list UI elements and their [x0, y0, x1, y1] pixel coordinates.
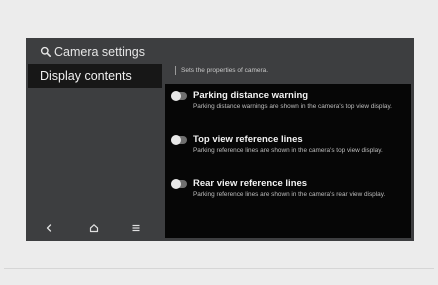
- top-view-reference-lines-toggle[interactable]: [171, 135, 187, 145]
- setting-label: Rear view reference lines: [193, 178, 308, 189]
- page: Camera settings Display contents Sets th…: [0, 0, 438, 285]
- setting-description: Parking reference lines are shown in the…: [193, 191, 386, 198]
- bottom-nav-bar: [26, 215, 162, 241]
- setting-label: Top view reference lines: [193, 134, 303, 145]
- menu-icon[interactable]: [129, 221, 143, 235]
- parking-distance-warning-toggle[interactable]: [171, 91, 187, 101]
- divider: [4, 268, 434, 269]
- toggle-knob: [171, 135, 181, 145]
- subtitle-text: Sets the properties of camera.: [181, 66, 269, 74]
- screen-subtitle: Sets the properties of camera.: [175, 63, 268, 77]
- setting-description: Parking distance warnings are shown in t…: [193, 103, 392, 110]
- screen-title-label: Camera settings: [54, 45, 146, 59]
- rear-view-reference-lines-toggle[interactable]: [171, 179, 187, 189]
- search-icon[interactable]: [40, 46, 52, 58]
- toggle-knob: [171, 91, 181, 101]
- infotainment-screen: Camera settings Display contents Sets th…: [26, 38, 414, 241]
- setting-description: Parking reference lines are shown in the…: [193, 147, 383, 154]
- sidebar-item-display-contents[interactable]: Display contents: [28, 64, 162, 88]
- back-icon[interactable]: [42, 221, 56, 235]
- sidebar-item-label: Display contents: [40, 69, 132, 83]
- subtitle-divider: [175, 65, 176, 75]
- screen-title: Camera settings: [40, 43, 145, 61]
- settings-panel: Parking distance warning Parking distanc…: [165, 84, 411, 238]
- home-icon[interactable]: [87, 221, 101, 235]
- toggle-knob: [171, 179, 181, 189]
- setting-label: Parking distance warning: [193, 90, 309, 101]
